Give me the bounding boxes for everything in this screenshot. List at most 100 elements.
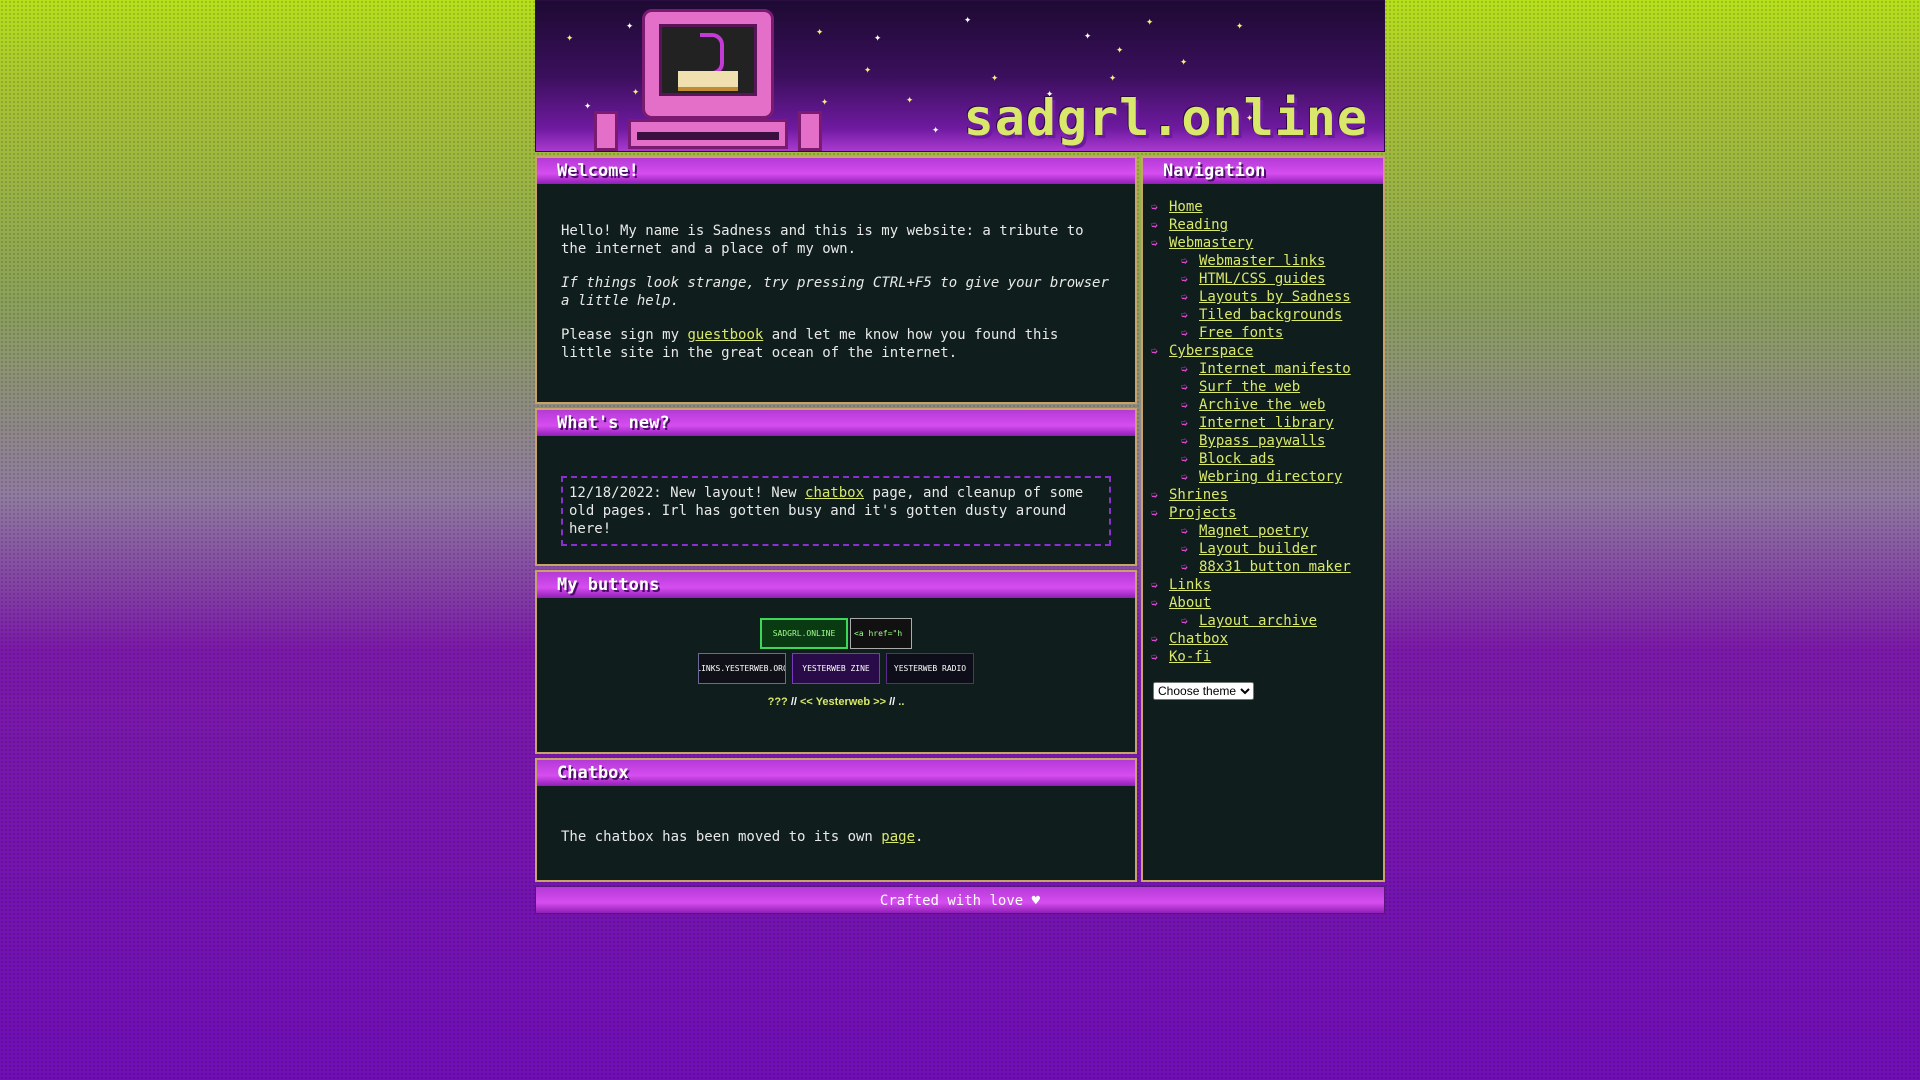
nav-submenu-about: ➭ Layout archive xyxy=(1151,612,1383,630)
star-icon: ✦ xyxy=(821,94,829,108)
nav-link-cyberspace[interactable]: Cyberspace xyxy=(1169,342,1253,360)
star-icon: ✦ xyxy=(1146,14,1154,28)
chatbox-page-link[interactable]: page xyxy=(881,829,915,845)
nav-subitem-internet-manifesto: ➭ Internet manifesto xyxy=(1181,360,1383,378)
site-header: ✦ ✦ ✦ ✦ ✦ ✦ ✦ ✦ ✦ ✦ ✦ ✦ ✦ ✦ ✦ ✦ ✦ ✦ ✦ ✦ … xyxy=(535,0,1385,152)
navigation-panel: Navigation ➭ Home ➭ Reading ➭ Webmastery ➭ Webm… xyxy=(1141,156,1385,882)
nav-link-layout-archive[interactable]: Layout archive xyxy=(1199,612,1317,630)
double-arrow-icon: ➭ xyxy=(1151,632,1159,646)
news-panel: What's new? 12/18/2022: New layout! New … xyxy=(535,408,1137,566)
nav-link-links[interactable]: Links xyxy=(1169,576,1211,594)
star-icon: ✦ xyxy=(1116,42,1124,56)
nav-item-row: ➭ Chatbox xyxy=(1151,630,1383,648)
nav-subitem-row: ➭ Free fonts xyxy=(1181,324,1383,342)
nav-item-links: ➭ Links xyxy=(1151,576,1383,594)
nav-subitem-layout-archive: ➭ Layout archive xyxy=(1181,612,1383,630)
nav-subitem-88x31-button-maker: ➭ 88x31 button maker xyxy=(1181,558,1383,576)
nav-link-projects[interactable]: Projects xyxy=(1169,504,1236,522)
nav-link-free-fonts[interactable]: Free fonts xyxy=(1199,324,1283,342)
yesterweb-radio-badge[interactable]: YESTERWEB RADIO xyxy=(886,653,974,684)
star-icon: ✦ xyxy=(632,84,640,98)
nav-link-chatbox[interactable]: Chatbox xyxy=(1169,630,1228,648)
nav-item-row: ➭ Cyberspace xyxy=(1151,342,1383,360)
nav-submenu-projects: ➭ Magnet poetry ➭ Layout builder ➭ 88x31 butt… xyxy=(1151,522,1383,576)
double-arrow-icon: ➭ xyxy=(1181,524,1189,538)
double-arrow-icon: ➭ xyxy=(1181,398,1189,412)
guestbook-link[interactable]: guestbook xyxy=(687,327,763,343)
nav-subitem-row: ➭ Layouts by Sadness xyxy=(1181,288,1383,306)
chatbox-panel: Chatbox The chatbox has been moved to it… xyxy=(535,758,1137,882)
nav-link-layouts-by-sadness[interactable]: Layouts by Sadness xyxy=(1199,288,1351,306)
double-arrow-icon: ➭ xyxy=(1181,290,1189,304)
chatbox-text-after: . xyxy=(915,829,924,845)
nav-subitem-row: ➭ Internet library xyxy=(1181,414,1383,432)
nav-item-projects: ➭ Projects ➭ Magnet poetry ➭ Layout builder ➭ 8… xyxy=(1151,504,1383,576)
nav-subitem-webring-directory: ➭ Webring directory xyxy=(1181,468,1383,486)
sadgrl-badge[interactable]: SADGRL.ONLINE xyxy=(760,618,848,649)
webring-nav: ??? // << Yesterweb >> // .. xyxy=(537,696,1135,708)
nav-subitem-row: ➭ Archive the web xyxy=(1181,396,1383,414)
nav-item-cyberspace: ➭ Cyberspace ➭ Internet manifesto ➭ Surf the … xyxy=(1151,342,1383,486)
star-icon: ✦ xyxy=(1084,28,1092,42)
nav-link-bypass-paywalls[interactable]: Bypass paywalls xyxy=(1199,432,1325,450)
nav-subitem-row: ➭ Tiled backgrounds xyxy=(1181,306,1383,324)
nav-item-row: ➭ Reading xyxy=(1151,216,1383,234)
nav-link-layout-builder[interactable]: Layout builder xyxy=(1199,540,1317,558)
nav-item-row: ➭ Ko-fi xyxy=(1151,648,1383,666)
nav-link-webmastery[interactable]: Webmastery xyxy=(1169,234,1253,252)
star-icon: ✦ xyxy=(816,24,824,38)
double-arrow-icon: ➭ xyxy=(1181,434,1189,448)
chatbox-link[interactable]: chatbox xyxy=(805,485,864,501)
webring-next-link[interactable]: .. xyxy=(898,696,904,708)
book-icon xyxy=(678,71,738,91)
nav-link-ko-fi[interactable]: Ko-fi xyxy=(1169,648,1211,666)
nav-link-about[interactable]: About xyxy=(1169,594,1211,612)
welcome-tip: If things look strange, try pressing CTR… xyxy=(561,275,1109,309)
nav-link-magnet-poetry[interactable]: Magnet poetry xyxy=(1199,522,1309,540)
nav-item-row: ➭ Home xyxy=(1151,198,1383,216)
nav-item-row: ➭ Links xyxy=(1151,576,1383,594)
theme-select[interactable]: Choose theme xyxy=(1153,682,1254,700)
nav-link-reading[interactable]: Reading xyxy=(1169,216,1228,234)
nav-link-html-css-guides[interactable]: HTML/CSS guides xyxy=(1199,270,1325,288)
nav-link-surf-the-web[interactable]: Surf the web xyxy=(1199,378,1300,396)
speaker-right xyxy=(798,111,822,151)
site-footer: Crafted with love ♥ xyxy=(535,886,1385,914)
badge-code-box[interactable]: <a href="h xyxy=(850,618,912,649)
nav-link-88x31-button-maker[interactable]: 88x31 button maker xyxy=(1199,558,1351,576)
nav-link-block-ads[interactable]: Block ads xyxy=(1199,450,1275,468)
welcome-body: Hello! My name is Sadness and this is my… xyxy=(537,184,1135,362)
double-arrow-icon: ➭ xyxy=(1181,560,1189,574)
nav-item-ko-fi: ➭ Ko-fi xyxy=(1151,648,1383,666)
welcome-title: Welcome! xyxy=(537,158,1135,184)
nav-link-webmaster-links[interactable]: Webmaster links xyxy=(1199,252,1325,270)
star-icon: ✦ xyxy=(1109,70,1117,84)
nav-link-archive-the-web[interactable]: Archive the web xyxy=(1199,396,1325,414)
double-arrow-icon: ➭ xyxy=(1181,614,1189,628)
nav-subitem-row: ➭ Block ads xyxy=(1181,450,1383,468)
news-notice: 12/18/2022: New layout! New chatbox page… xyxy=(561,476,1111,546)
nav-link-shrines[interactable]: Shrines xyxy=(1169,486,1228,504)
nav-subitem-row: ➭ Webring directory xyxy=(1181,468,1383,486)
yesterweb-links-badge[interactable]: LINKS.YESTERWEB.ORG xyxy=(698,653,786,684)
webring-home-link[interactable]: << Yesterweb >> xyxy=(800,696,886,708)
webring-prev-link[interactable]: ??? xyxy=(768,696,788,708)
double-arrow-icon: ➭ xyxy=(1181,380,1189,394)
nav-link-home[interactable]: Home xyxy=(1169,198,1203,216)
nav-link-internet-library[interactable]: Internet library xyxy=(1199,414,1334,432)
nav-subitem-archive-the-web: ➭ Archive the web xyxy=(1181,396,1383,414)
nav-subitem-tiled-backgrounds: ➭ Tiled backgrounds xyxy=(1181,306,1383,324)
webring-separator: // xyxy=(787,696,800,708)
welcome-guestbook-text: Please sign my guestbook and let me know… xyxy=(561,326,1111,362)
nav-item-row: ➭ Webmastery xyxy=(1151,234,1383,252)
nav-link-tiled-backgrounds[interactable]: Tiled backgrounds xyxy=(1199,306,1342,324)
nav-subitem-row: ➭ HTML/CSS guides xyxy=(1181,270,1383,288)
yesterweb-zine-badge[interactable]: YESTERWEB ZINE xyxy=(792,653,880,684)
nav-link-internet-manifesto[interactable]: Internet manifesto xyxy=(1199,360,1351,378)
chatbox-text-before: The chatbox has been moved to its own xyxy=(561,829,882,845)
speaker-left xyxy=(594,111,618,151)
nav-subitem-row: ➭ Magnet poetry xyxy=(1181,522,1383,540)
nav-link-webring-directory[interactable]: Webring directory xyxy=(1199,468,1342,486)
welcome-panel: Welcome! Hello! My name is Sadness and t… xyxy=(535,156,1137,404)
double-arrow-icon: ➭ xyxy=(1181,362,1189,376)
